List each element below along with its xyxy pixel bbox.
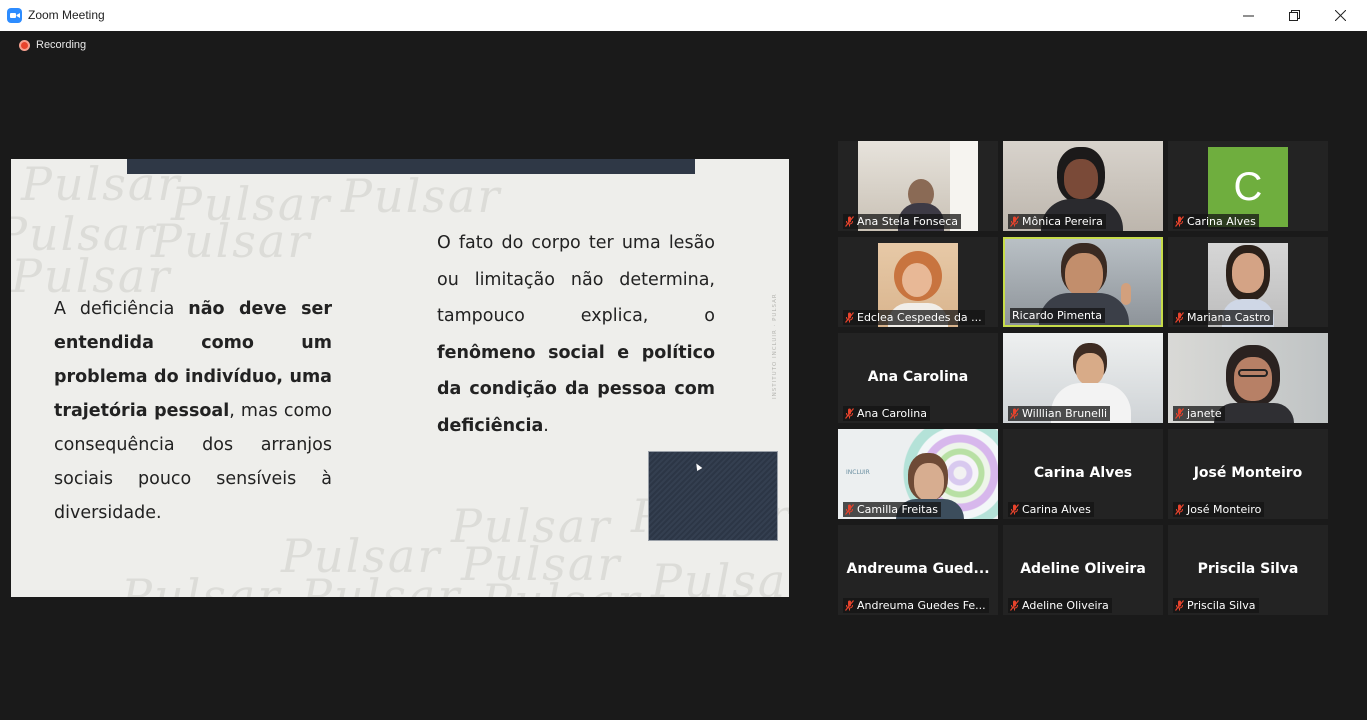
window-title-bar: Zoom Meeting [0,0,1367,31]
muted-mic-icon [1010,408,1019,419]
participant-name-tag: Ana Carolina [843,406,930,421]
participant-tile[interactable]: janete [1168,333,1328,423]
muted-mic-icon [1175,504,1184,515]
participant-name: Camilla Freitas [857,503,938,516]
participant-name: Ana Stela Fonseca [857,215,959,228]
participant-name-tag: Andreuma Guedes Fe... [843,598,989,613]
participant-display-name: Priscila Silva [1197,561,1299,577]
participant-name: Priscila Silva [1187,599,1256,612]
slide-text-run: O fato do corpo ter uma lesão ou limitaç… [437,233,715,326]
recording-label: Recording [36,39,87,51]
muted-mic-icon [1175,600,1184,611]
presenter-video-thumbnail[interactable] [648,451,778,541]
participant-name-tag: Adeline Oliveira [1008,598,1112,613]
slide-vertical-caption: INSTITUTO INCLUIR · PULSAR [772,293,778,399]
muted-mic-icon [845,216,854,227]
participant-tile[interactable]: Willlian Brunelli [1003,333,1163,423]
participant-name: janete [1187,407,1222,420]
meeting-area: Recording Pulsar Pulsar Pulsar Pulsar Pu… [0,31,1367,720]
muted-mic-icon [1010,504,1019,515]
muted-mic-icon [845,504,854,515]
participant-name-tag: Ana Stela Fonseca [843,214,962,229]
participant-name-tag: Ricardo Pimenta [1010,308,1105,323]
participant-tile[interactable]: José Monteiro José Monteiro [1168,429,1328,519]
participant-name-tag: Edclea Cespedes da ... [843,310,985,325]
participant-name: Edclea Cespedes da ... [857,311,982,324]
restore-button[interactable] [1271,0,1317,31]
restore-icon [1288,10,1300,21]
watermark-text: Pulsar [151,214,312,268]
participant-display-name: Andreuma Gued... [846,561,990,577]
participant-name-tag: janete [1173,406,1225,421]
participant-name: Carina Alves [1187,215,1256,228]
participant-tile[interactable]: Ricardo Pimenta [1003,237,1163,327]
participant-name: Ana Carolina [857,407,927,420]
muted-mic-icon [1175,312,1184,323]
slide-text-run-bold: fenômeno social e político da condição d… [437,342,715,436]
participant-name: Ricardo Pimenta [1012,309,1102,322]
slide-text-run: . [543,415,549,436]
close-button[interactable] [1317,0,1363,31]
participant-name-tag: Willlian Brunelli [1008,406,1111,421]
participant-tile[interactable]: Priscila Silva Priscila Silva [1168,525,1328,615]
shared-screen: Pulsar Pulsar Pulsar Pulsar Pulsar Pulsa… [11,159,789,597]
participant-tile[interactable]: Ana Carolina Ana Carolina [838,333,998,423]
participant-display-name: Ana Carolina [867,369,969,385]
participant-tile[interactable]: Ana Stela Fonseca [838,141,998,231]
participant-tile[interactable]: C Carina Alves [1168,141,1328,231]
slide-left-paragraph: A deficiência não deve ser entendida com… [54,292,332,530]
participant-name-tag: José Monteiro [1173,502,1265,517]
participant-tile[interactable]: Adeline Oliveira Adeline Oliveira [1003,525,1163,615]
slide-text-run: A deficiência [54,299,189,319]
muted-mic-icon [845,600,854,611]
muted-mic-icon [1010,216,1019,227]
participant-name-tag: Carina Alves [1008,502,1094,517]
participant-name: Willlian Brunelli [1022,407,1108,420]
watermark-text: Pulsar [121,569,282,597]
participant-name: Mônica Pereira [1022,215,1103,228]
participant-name-tag: Mônica Pereira [1008,214,1106,229]
participant-name: Adeline Oliveira [1022,599,1109,612]
participant-name: Carina Alves [1022,503,1091,516]
participant-name-tag: Priscila Silva [1173,598,1259,613]
watermark-text: Pulsar [21,159,182,211]
muted-mic-icon [1010,600,1019,611]
participant-tile[interactable]: Carina Alves Carina Alves [1003,429,1163,519]
participant-display-name: Carina Alves [1033,465,1133,481]
watermark-text: Pulsar [341,169,502,223]
window-title: Zoom Meeting [28,8,105,22]
participant-tile[interactable]: INCLUIR Camilla Freitas [838,429,998,519]
participant-name-tag: Mariana Castro [1173,310,1274,325]
watermark-text: Pulsar [481,574,641,597]
participant-tile[interactable]: Andreuma Gued... Andreuma Guedes Fe... [838,525,998,615]
participant-tile[interactable]: Edclea Cespedes da ... [838,237,998,327]
minimize-button[interactable] [1225,0,1271,31]
zoom-camera-icon [7,8,22,23]
recording-icon [19,39,30,51]
recording-indicator[interactable]: Recording [19,39,86,51]
slide-right-paragraph: O fato do corpo ter uma lesão ou limitaç… [437,225,715,444]
muted-mic-icon [1175,216,1184,227]
participant-tile[interactable]: Mônica Pereira [1003,141,1163,231]
muted-mic-icon [845,312,854,323]
watermark-text: Pulsar [651,554,789,597]
participant-name: José Monteiro [1187,503,1262,516]
participant-name: Andreuma Guedes Fe... [857,599,986,612]
participant-tile[interactable]: Mariana Castro [1168,237,1328,327]
close-icon [1334,10,1346,21]
participant-name-tag: Camilla Freitas [843,502,941,517]
participant-display-name: Adeline Oliveira [1020,561,1146,577]
watermark-text: Pulsar [301,569,462,597]
muted-mic-icon [845,408,854,419]
participant-name: Mariana Castro [1187,311,1271,324]
participant-name-tag: Carina Alves [1173,214,1259,229]
participant-display-name: José Monteiro [1193,465,1303,481]
minimize-icon [1242,15,1254,17]
muted-mic-icon [1175,408,1184,419]
